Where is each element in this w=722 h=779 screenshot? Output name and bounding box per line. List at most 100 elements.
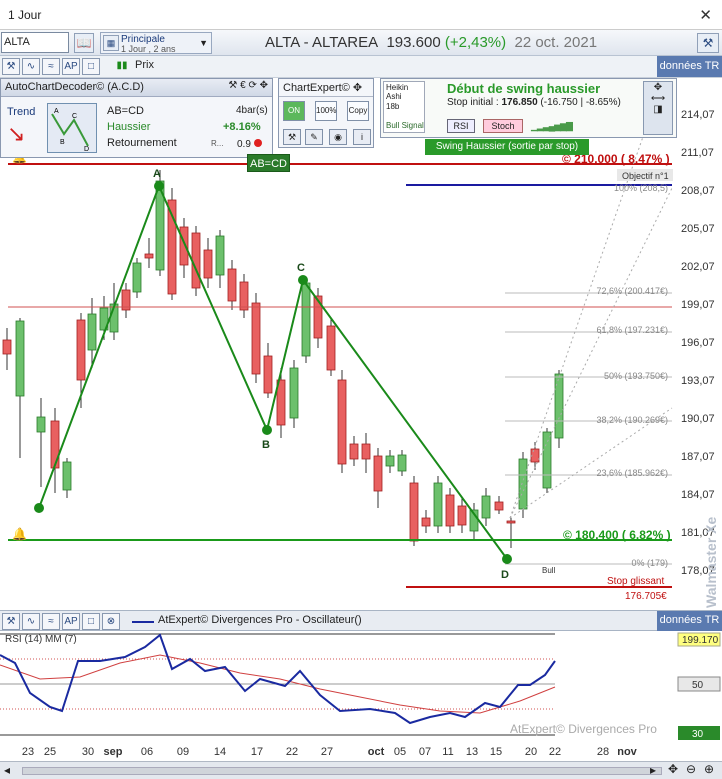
candle-body	[373, 455, 383, 492]
stop-initial-value: 176.850	[501, 97, 538, 108]
book-icon[interactable]: 📖	[74, 33, 94, 53]
period-selector[interactable]: ▦ Principale 1 Jour , 2 ans ▼	[100, 32, 212, 54]
zoom-100-button[interactable]: 100%	[315, 101, 337, 121]
side-controls[interactable]: ✥ ⟷ ◨	[643, 81, 673, 135]
osc-square-icon[interactable]: □	[82, 613, 100, 630]
stop-initial: Stop initial : 176.850 (-16.750 | -8.65%…	[447, 97, 621, 108]
osc-close-icon[interactable]: ⊗	[102, 613, 120, 630]
pen-icon[interactable]: ✎	[305, 129, 323, 145]
osc-wave-icon[interactable]: ∿	[22, 613, 40, 630]
support-label: © 180.400 ( 6.82% )	[563, 528, 671, 542]
chartexpert-title: ChartExpert©	[283, 82, 350, 94]
fib-label: 0% (179)	[631, 558, 668, 568]
indicator-icon[interactable]: ≈	[42, 58, 60, 75]
stop-initial-label: Stop initial :	[447, 97, 499, 108]
tools-icon[interactable]: ⚒	[697, 33, 719, 53]
pattern-thumbnail[interactable]: A B C D	[47, 103, 97, 153]
calendar-icon: ▦	[103, 35, 119, 51]
pattern-label-d: D	[501, 569, 509, 581]
wave-icon[interactable]: ∿	[22, 58, 40, 75]
rsi-button[interactable]: RSI	[447, 119, 475, 133]
acd-panel: AutoChartDecoder© (A.C.D) ⚒ € ⟳ ✥ Trend …	[0, 78, 273, 158]
ticker-input[interactable]: ALTA	[1, 32, 69, 53]
scroll-right-icon[interactable]: ▸	[650, 763, 656, 777]
fib-label: 100% (208,5)	[614, 183, 668, 193]
x-tick: 30	[82, 746, 94, 758]
donnees-tr-badge[interactable]: données TR	[657, 56, 722, 77]
candle-body	[76, 319, 86, 381]
stop-glissant-label: Stop glissant	[607, 576, 664, 587]
candle-body	[50, 420, 60, 469]
price-tick: 199,07	[681, 299, 715, 311]
candle-body	[349, 443, 359, 460]
oscillator-title: AtExpert© Divergences Pro - Oscillateur(…	[158, 614, 362, 626]
alert-icon-support[interactable]: 🔔	[12, 527, 27, 541]
x-tick: 13	[466, 746, 478, 758]
price-tick: 196,07	[681, 337, 715, 349]
osc-tools-icon[interactable]: ⚒	[2, 613, 20, 630]
candle-body	[132, 262, 142, 293]
osc-indicator-icon[interactable]: ≈	[42, 613, 60, 630]
palette-icon[interactable]: ◉	[329, 129, 347, 145]
heikin-count: 18b	[386, 102, 400, 111]
acd-header-icons[interactable]: ⚒ € ⟳ ✥	[228, 80, 268, 91]
tools-icon-ce[interactable]: ⚒	[283, 129, 301, 145]
candle-body	[494, 501, 504, 511]
candle-body	[433, 482, 443, 527]
bull-label: Bull	[542, 566, 556, 575]
acd-pattern: AB=CD	[107, 105, 144, 117]
acd-score: 0.9	[237, 139, 262, 150]
scroll-bar[interactable]: ◂ ▸ ✥ ⊖ ⊕	[0, 761, 722, 779]
acd-score-value: 0.9	[237, 139, 251, 150]
info-icon[interactable]: i	[353, 129, 371, 145]
price-axis: 214,07 211,07 208,07 205,07 202,07 199,07 196,…	[681, 109, 715, 577]
move-icon[interactable]: ✥	[353, 82, 362, 94]
period-sub: 1 Jour , 2 ans	[121, 44, 176, 54]
svg-text:A: A	[54, 108, 59, 115]
candle-body	[361, 443, 371, 460]
candle-body	[15, 320, 25, 397]
zoom-out-icon[interactable]: ⊖	[686, 762, 696, 776]
pattern-point	[262, 425, 272, 435]
price-tick: 202,07	[681, 261, 715, 273]
scroll-track[interactable]	[22, 767, 662, 775]
stop-value-label: 176.705€	[625, 591, 667, 602]
price-tick: 214,07	[681, 109, 715, 121]
candle-body	[445, 494, 455, 527]
stoch-button[interactable]: Stoch	[483, 119, 523, 133]
ap-icon[interactable]: AP	[62, 58, 80, 75]
candle-body	[326, 325, 336, 371]
square-icon[interactable]: □	[82, 58, 100, 75]
candle-body	[144, 253, 154, 259]
scroll-left-icon[interactable]: ◂	[4, 763, 10, 777]
objectif-label: Objectif n°1	[622, 171, 669, 181]
acd-state: Retournement	[107, 137, 177, 149]
acd-score-label: R...	[211, 139, 224, 148]
candle-body	[457, 505, 467, 526]
on-button[interactable]: ON	[283, 101, 305, 121]
abcd-badge[interactable]: AB=CD	[247, 154, 290, 172]
tools-small-icon[interactable]: ⚒	[2, 58, 20, 75]
heikin-box[interactable]: Heikin Ashi 18b Bull Signal	[383, 81, 425, 133]
x-tick: 15	[490, 746, 502, 758]
candle-body	[421, 517, 431, 527]
pattern-label-b: B	[262, 439, 270, 451]
x-tick: 06	[141, 746, 153, 758]
candle-body	[2, 339, 12, 355]
x-tick: 09	[177, 746, 189, 758]
osc-val-mid: 50	[692, 680, 704, 691]
candle-body	[191, 232, 201, 289]
copy-button[interactable]: Copy	[347, 101, 369, 121]
window-title: 1 Jour	[8, 8, 42, 22]
move-chart-icon[interactable]: ✥	[668, 762, 678, 776]
osc-ap-icon[interactable]: AP	[62, 613, 80, 630]
candles-layer	[2, 170, 564, 548]
x-tick: 14	[214, 746, 226, 758]
close-icon[interactable]: ✕	[699, 6, 712, 24]
strength-bars-icon: ▁▂▃▄▅▆▇	[531, 121, 573, 131]
zoom-in-icon[interactable]: ⊕	[704, 762, 714, 776]
oscillator-toolbar: ⚒ ∿ ≈ AP □ ⊗ AtExpert© Divergences Pro -…	[0, 610, 722, 631]
status-dot-icon	[253, 139, 262, 147]
rsi-oscillator[interactable]: RSI (14) MM (7) 199.170 50 30 AtExpert© …	[0, 631, 722, 745]
donnees-tr-badge-osc[interactable]: données TR	[657, 611, 722, 631]
